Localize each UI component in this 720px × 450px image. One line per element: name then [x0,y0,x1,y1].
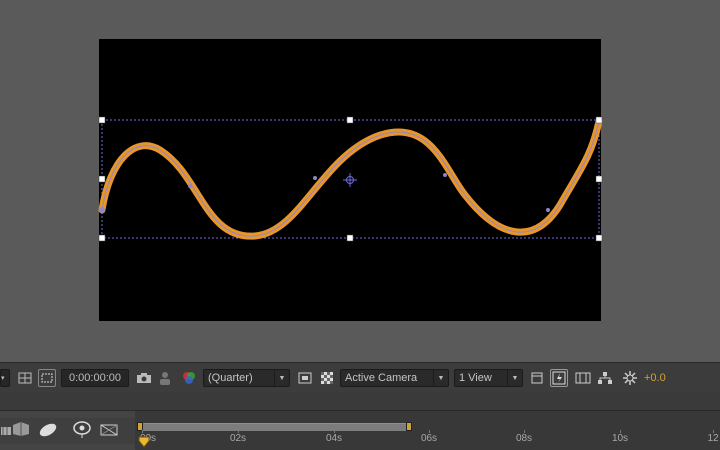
ruler-label: 06s [420,433,438,444]
exposure-value[interactable]: +0.0 [644,369,666,387]
viewer-toolbar: ▾ 0:00:00:00 (Quarter) ▼ Active Camera ▼… [0,362,720,393]
panel-divider [0,393,720,411]
composition-canvas[interactable] [0,0,720,362]
resolution-label: (Quarter) [208,372,253,384]
timecode-field[interactable]: 0:00:00:00 [61,369,129,387]
timeline-switches [0,418,135,444]
path-vertex[interactable] [546,208,550,212]
grid-icon[interactable] [16,369,34,387]
ruler-label: 04s [325,433,343,444]
timeline-icon[interactable] [574,369,592,387]
views-label: 1 View [459,372,492,384]
ruler-label: 02s [229,433,247,444]
playhead-icon[interactable] [138,436,150,448]
transform-handle[interactable] [595,234,603,242]
chevron-down-icon: ▼ [274,370,289,386]
path-vertex[interactable] [188,184,192,188]
draft-3d-icon[interactable] [11,421,31,437]
snapshot-icon[interactable] [135,369,153,387]
work-area-end-handle[interactable] [406,422,412,431]
timeline-panel: 00s 02s 04s 06s 08s 10s 12 [0,393,720,450]
ruler-label: 10s [611,433,629,444]
path-vertex[interactable] [443,173,447,177]
chevron-down-icon: ▾ [1,375,5,382]
color-channel-icon[interactable] [180,369,198,387]
fast-preview-icon[interactable] [550,369,568,387]
chevron-down-icon: ▼ [433,370,448,386]
chevron-down-icon: ▼ [507,370,522,386]
region-of-interest-icon[interactable] [38,369,56,387]
ruler-label: 12 [707,433,719,444]
views-dropdown[interactable]: 1 View ▼ [454,369,523,387]
motion-blur-icon[interactable] [37,422,59,438]
transform-handle[interactable] [98,116,106,124]
magnification-dropdown[interactable]: ▾ [0,369,10,387]
toggle-mask-icon[interactable] [296,369,314,387]
reset-exposure-icon[interactable] [621,369,639,387]
transform-handle[interactable] [595,175,603,183]
composition-viewer[interactable] [0,0,720,362]
graph-editor-icon[interactable] [99,422,121,438]
transform-handle[interactable] [346,116,354,124]
transparency-grid-icon[interactable] [318,369,336,387]
camera-label: Active Camera [345,372,418,384]
work-area-bar[interactable] [140,423,410,431]
resolution-dropdown[interactable]: (Quarter) ▼ [203,369,290,387]
pixel-aspect-icon[interactable] [528,369,546,387]
transform-handle[interactable] [98,234,106,242]
brainstorm-icon[interactable] [71,420,93,440]
path-vertex[interactable] [313,176,317,180]
transform-handle[interactable] [98,175,106,183]
camera-dropdown[interactable]: Active Camera ▼ [340,369,449,387]
path-vertex[interactable] [99,207,105,213]
transform-handle[interactable] [595,116,603,124]
show-snapshot-icon[interactable] [156,369,174,387]
flowchart-icon[interactable] [596,369,614,387]
ruler-label: 08s [515,433,533,444]
transform-handle[interactable] [346,234,354,242]
